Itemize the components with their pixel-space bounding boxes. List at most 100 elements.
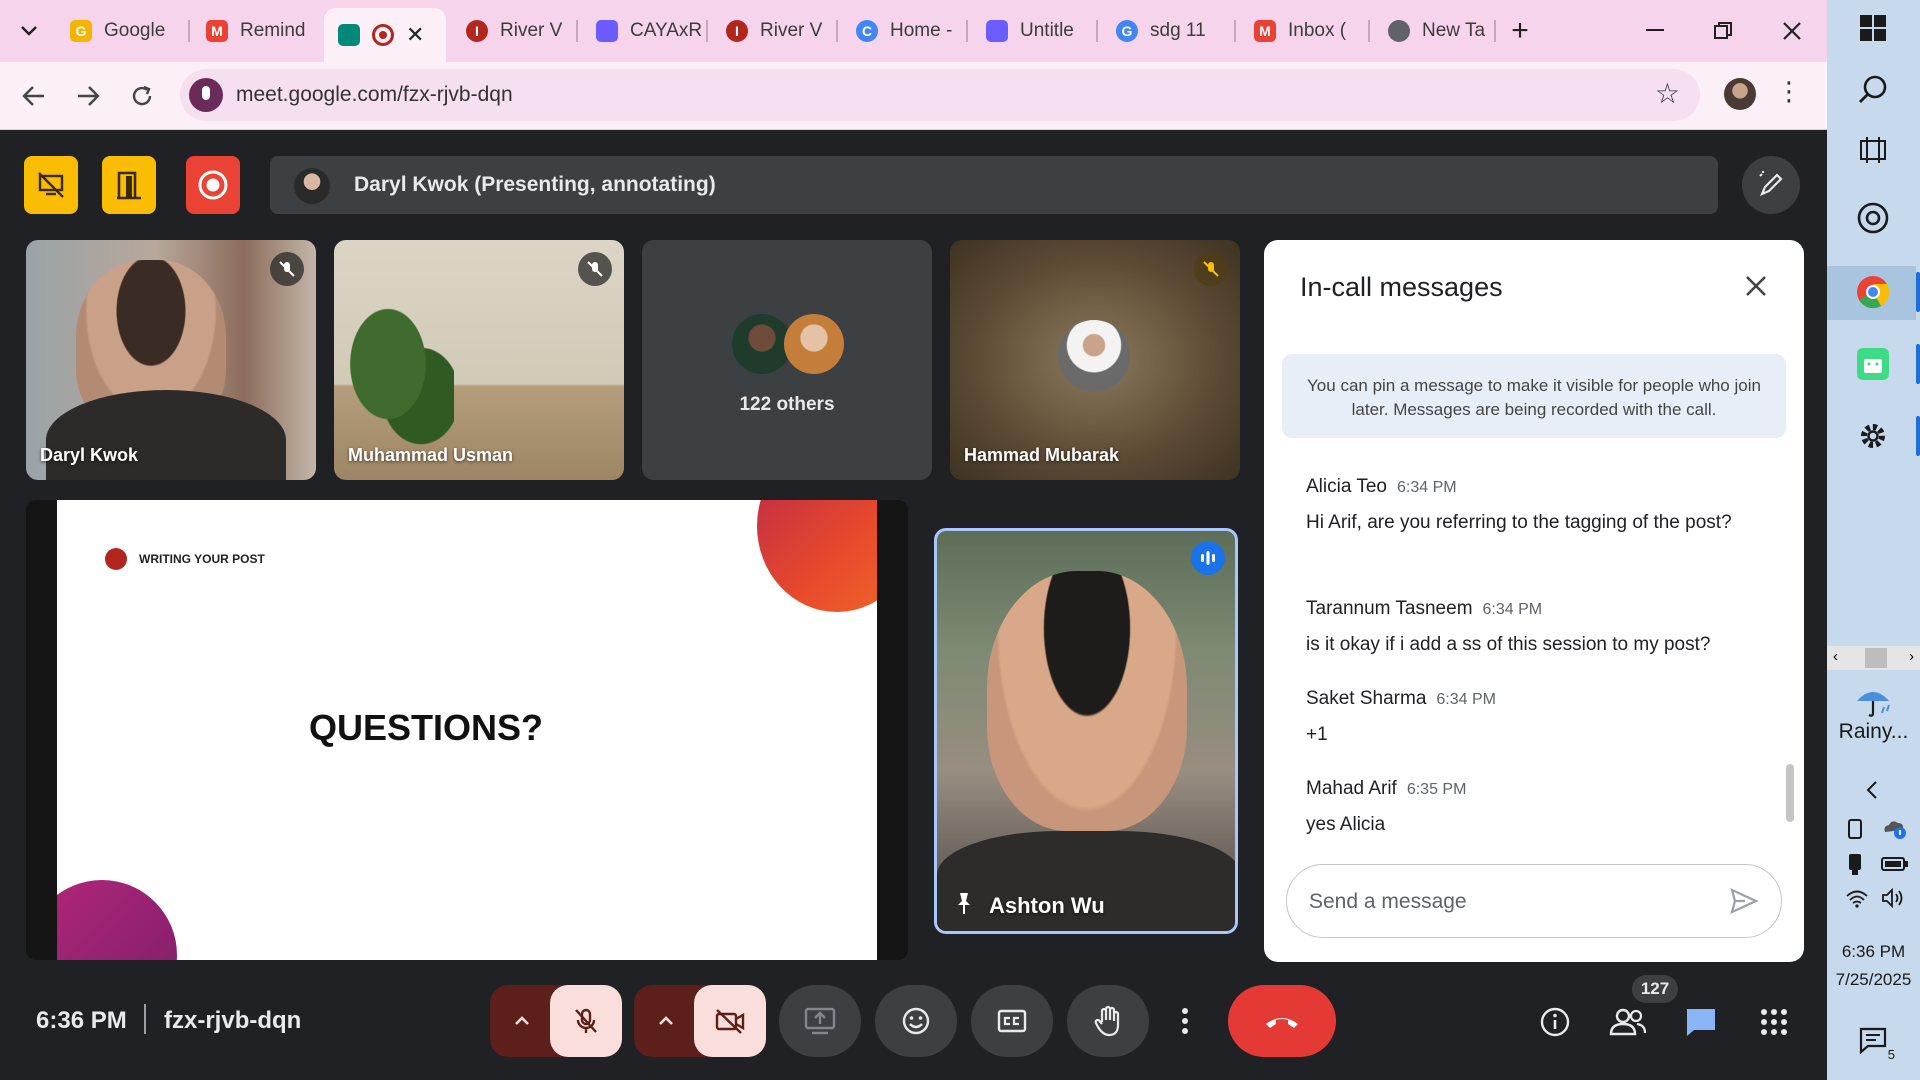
tab-label: sdg 11 xyxy=(1150,20,1206,41)
video-options-button[interactable] xyxy=(652,1007,680,1035)
chevron-left-icon[interactable]: ‹ xyxy=(1833,648,1838,665)
tab-home[interactable]: C Home - xyxy=(842,10,964,52)
tab-reminder[interactable]: M Remind xyxy=(192,10,312,52)
participant-tile-muhammad[interactable]: Muhammad Usman xyxy=(334,240,624,480)
chat-message: Tarannum Tasneem 6:34 PM is it okay if i … xyxy=(1306,598,1746,660)
chatgpt-app[interactable] xyxy=(1851,196,1895,240)
address-bar[interactable]: meet.google.com/fzx-rjvb-dqn ☆ xyxy=(180,69,1700,121)
notification-center-button[interactable]: 5 xyxy=(1851,1018,1895,1062)
taskbar-scrollbar[interactable]: ‹ › xyxy=(1827,646,1920,670)
weather-label[interactable]: Rainy... xyxy=(1827,720,1920,744)
meeting-details-button[interactable] xyxy=(1533,1000,1577,1044)
start-button[interactable] xyxy=(1851,6,1895,50)
bookmark-star-icon[interactable]: ☆ xyxy=(1655,77,1680,110)
reactions-button[interactable] xyxy=(875,985,957,1057)
battery-icon[interactable] xyxy=(1881,856,1909,877)
tab-google[interactable]: G Google xyxy=(56,10,186,52)
tab-river-2[interactable]: I River V xyxy=(712,10,834,52)
raise-hand-button[interactable] xyxy=(1067,985,1149,1057)
participant-name: Daryl Kwok xyxy=(40,445,139,465)
volume-icon[interactable] xyxy=(1881,887,1907,913)
people-button[interactable] xyxy=(1606,1000,1650,1044)
tab-new-tab[interactable]: New Ta xyxy=(1374,10,1496,52)
tab-river-1[interactable]: I River V xyxy=(452,10,574,52)
reload-button[interactable] xyxy=(120,74,164,118)
usb-icon[interactable] xyxy=(1845,852,1865,881)
chat-scrollbar[interactable] xyxy=(1786,764,1794,822)
tab-label: River V xyxy=(760,20,823,41)
url-text[interactable]: meet.google.com/fzx-rjvb-dqn xyxy=(236,83,513,107)
tab-cayaxr[interactable]: CAYAxR xyxy=(582,10,704,52)
onedrive-icon[interactable] xyxy=(1881,818,1907,845)
participant-tile-hammad[interactable]: Hammad Mubarak xyxy=(950,240,1240,480)
system-time[interactable]: 6:36 PM xyxy=(1827,942,1920,962)
captions-button[interactable] xyxy=(971,985,1053,1057)
close-tab-icon[interactable]: ✕ xyxy=(406,22,424,48)
chevron-up-icon xyxy=(515,1016,529,1025)
present-off-icon xyxy=(38,172,64,198)
pin-icon[interactable] xyxy=(953,891,975,915)
microphone-active-icon[interactable] xyxy=(189,78,223,112)
search-button[interactable] xyxy=(1851,68,1895,112)
recording-icon xyxy=(372,24,394,46)
android-app-icon xyxy=(1857,348,1889,380)
microphone-toggle-button[interactable] xyxy=(550,985,622,1057)
tab-meet-active[interactable]: ✕ xyxy=(324,8,446,62)
participant-tile-others[interactable]: 122 others xyxy=(642,240,932,480)
android-app[interactable] xyxy=(1851,342,1895,386)
wifi-icon[interactable] xyxy=(1845,888,1869,913)
camera-toggle-button[interactable] xyxy=(694,985,766,1057)
annotate-button[interactable] xyxy=(1742,156,1800,214)
companion-mode-button[interactable] xyxy=(102,156,156,214)
audio-options-button[interactable] xyxy=(508,1007,536,1035)
activities-button[interactable] xyxy=(1752,1000,1796,1044)
new-tab-button[interactable]: + xyxy=(1497,8,1543,54)
close-window-button[interactable] xyxy=(1769,8,1815,54)
pencil-icon xyxy=(1759,171,1783,197)
forward-button[interactable] xyxy=(66,74,110,118)
restore-button[interactable] xyxy=(1700,8,1746,54)
notification-icon xyxy=(1859,1027,1887,1054)
send-button[interactable] xyxy=(1729,887,1759,920)
chat-button[interactable] xyxy=(1679,1000,1723,1044)
chrome-app[interactable] xyxy=(1851,270,1895,314)
tab-strip: G Google M Remind ✕ I River V CAYAxR I R… xyxy=(0,0,1827,62)
chrome-menu-icon[interactable]: ⋮ xyxy=(1776,76,1802,107)
decorative-circle xyxy=(57,880,177,960)
gear-icon xyxy=(1861,424,1885,448)
weather-widget[interactable] xyxy=(1851,680,1895,724)
participant-tile-daryl[interactable]: Daryl Kwok xyxy=(26,240,316,480)
close-chat-button[interactable] xyxy=(1736,266,1776,306)
tab-sdg11[interactable]: G sdg 11 xyxy=(1102,10,1232,52)
task-view-button[interactable] xyxy=(1851,128,1895,172)
gmail-icon: M xyxy=(1254,20,1276,42)
presentation-area[interactable]: WRITING YOUR POST QUESTIONS? xyxy=(26,500,908,960)
stop-annotating-button[interactable] xyxy=(24,156,78,214)
chevron-right-icon[interactable]: › xyxy=(1909,648,1914,665)
restore-icon xyxy=(1714,22,1732,39)
phone-link-icon[interactable] xyxy=(1845,818,1865,845)
minimize-button[interactable] xyxy=(1632,8,1678,54)
tab-search-button[interactable] xyxy=(6,8,52,54)
profile-avatar[interactable] xyxy=(1724,78,1756,110)
record-icon xyxy=(198,170,228,200)
leave-call-button[interactable] xyxy=(1228,985,1336,1057)
meeting-code[interactable]: fzx-rjvb-dqn xyxy=(164,1007,301,1035)
speaker-tile-ashton[interactable]: Ashton Wu xyxy=(934,528,1238,934)
system-date[interactable]: 7/25/2025 xyxy=(1827,970,1920,990)
settings-app[interactable] xyxy=(1851,414,1895,458)
hand-icon xyxy=(1094,1005,1120,1037)
message-sender: Alicia Teo xyxy=(1306,476,1387,497)
message-text: Hi Arif, are you referring to the taggin… xyxy=(1306,512,1732,533)
camera-off-icon xyxy=(715,1009,745,1034)
back-button[interactable] xyxy=(12,74,56,118)
meet-icon xyxy=(338,24,360,46)
show-hidden-icons[interactable] xyxy=(1865,780,1879,805)
more-options-button[interactable] xyxy=(1163,985,1207,1057)
tab-untitled[interactable]: Untitle xyxy=(972,10,1094,52)
present-screen-button[interactable] xyxy=(779,985,861,1057)
tab-inbox[interactable]: M Inbox ( xyxy=(1240,10,1366,52)
scroll-thumb[interactable] xyxy=(1865,648,1887,668)
message-input[interactable] xyxy=(1309,887,1689,917)
recording-button[interactable] xyxy=(186,156,240,214)
